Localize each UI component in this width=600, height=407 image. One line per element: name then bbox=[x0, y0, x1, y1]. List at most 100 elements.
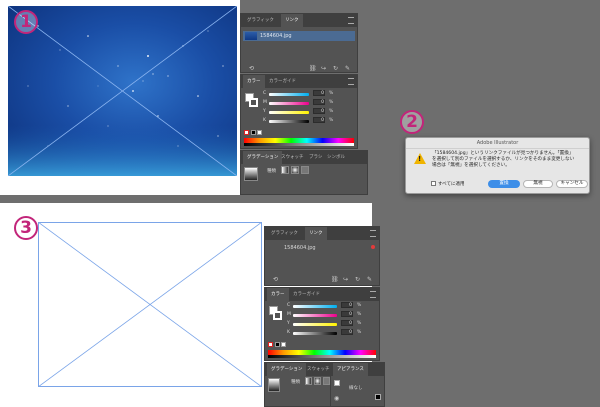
tab-graphic-styles[interactable]: グラフィック bbox=[243, 14, 278, 27]
stroke-swatch[interactable] bbox=[273, 311, 282, 320]
relink-icon[interactable]: ⛓ bbox=[331, 277, 339, 283]
panel-appearance-bottom: アピアランス 線なし ◉ bbox=[330, 362, 385, 407]
panel-color-top: カラー カラーガイド C 0 % M 0 % Y 0 % K 0 % bbox=[240, 74, 358, 149]
slider-k[interactable] bbox=[269, 120, 309, 123]
link-filename: 1584604.jpg bbox=[260, 33, 292, 39]
tab-links[interactable]: リンク bbox=[281, 14, 303, 27]
starry-sky-image[interactable] bbox=[8, 6, 237, 176]
white-swatch[interactable] bbox=[281, 342, 286, 347]
value-k[interactable]: 0 bbox=[341, 329, 353, 335]
apply-all-checkbox[interactable] bbox=[431, 181, 436, 186]
slider-y[interactable] bbox=[269, 111, 309, 114]
black-swatch[interactable] bbox=[251, 130, 256, 135]
channel-label-y: Y bbox=[287, 321, 290, 326]
edit-original-icon[interactable]: ✎ bbox=[345, 66, 350, 72]
link-thumbnail bbox=[245, 32, 257, 40]
channel-label-m: M bbox=[263, 100, 267, 105]
update-link-icon[interactable]: ↻ bbox=[333, 66, 338, 72]
panel-menu-icon[interactable] bbox=[348, 78, 354, 85]
tab-gradient[interactable]: グラデーション bbox=[267, 363, 307, 376]
cancel-button[interactable]: キャンセル bbox=[556, 180, 588, 188]
panel-menu-icon[interactable] bbox=[348, 17, 354, 24]
value-c[interactable]: 0 bbox=[341, 302, 353, 308]
percent-k: % bbox=[329, 118, 334, 123]
channel-label-k: K bbox=[287, 330, 290, 335]
value-c[interactable]: 0 bbox=[313, 90, 325, 96]
value-m[interactable]: 0 bbox=[341, 311, 353, 317]
value-k[interactable]: 0 bbox=[313, 117, 325, 123]
tab-color-guide[interactable]: カラーガイド bbox=[289, 288, 324, 301]
link-filename[interactable]: 1584604.jpg bbox=[284, 245, 316, 251]
linear-gradient-button[interactable] bbox=[305, 377, 312, 385]
panel-color-bottom: カラー カラーガイド C 0 % M 0 % Y 0 % K 0 % bbox=[264, 287, 380, 361]
percent-c: % bbox=[329, 91, 334, 96]
channel-label-y: Y bbox=[263, 109, 266, 114]
none-swatch-icon[interactable] bbox=[268, 342, 273, 347]
replace-button[interactable]: 置換 bbox=[488, 180, 520, 188]
tab-color[interactable]: カラー bbox=[267, 288, 289, 301]
relink-icon[interactable]: ⛓ bbox=[309, 66, 317, 72]
value-m[interactable]: 0 bbox=[313, 99, 325, 105]
tab-symbols[interactable]: シンボル bbox=[323, 151, 349, 164]
freeform-gradient-button[interactable] bbox=[301, 166, 309, 174]
none-swatch-icon[interactable] bbox=[244, 130, 249, 135]
gradient-type-label: 種類 bbox=[291, 380, 300, 385]
eye-icon[interactable]: ◉ bbox=[334, 395, 339, 402]
tab-graphic-styles[interactable]: グラフィック bbox=[267, 227, 302, 240]
color-spectrum[interactable] bbox=[268, 350, 376, 358]
panel-links-bottom: グラフィック リンク 1584604.jpg ⟲ ⛓ ↪ ↻ ✎ bbox=[264, 226, 380, 286]
channel-label-m: M bbox=[287, 312, 291, 317]
radial-gradient-button[interactable] bbox=[291, 166, 299, 174]
gradient-type-label: 種類 bbox=[267, 169, 276, 174]
panel-menu-icon[interactable] bbox=[370, 230, 376, 237]
black-swatch[interactable] bbox=[275, 342, 280, 347]
tab-swatches[interactable]: スウォッチ bbox=[303, 363, 334, 376]
panel-gradient-bottom: グラデーション スウォッチ 種類 bbox=[264, 362, 334, 407]
panel-menu-icon[interactable] bbox=[370, 291, 376, 298]
empty-image-placeholder[interactable] bbox=[38, 222, 262, 387]
tab-color-guide[interactable]: カラーガイド bbox=[265, 75, 300, 88]
gradient-preview[interactable] bbox=[244, 167, 258, 181]
relink-cc-icon[interactable]: ⟲ bbox=[273, 277, 278, 283]
percent-m: % bbox=[329, 100, 334, 105]
percent-m: % bbox=[357, 312, 362, 317]
apply-all-label: すべてに適用 bbox=[438, 182, 465, 187]
gradient-preview[interactable] bbox=[268, 378, 280, 392]
stroke-swatch[interactable] bbox=[249, 98, 258, 107]
slider-k[interactable] bbox=[293, 332, 337, 335]
dialog-title: Adobe Illustrator bbox=[406, 138, 589, 149]
percent-c: % bbox=[357, 303, 362, 308]
step-marker-3: 3 bbox=[14, 216, 38, 240]
color-spectrum[interactable] bbox=[244, 138, 354, 146]
appearance-fill-swatch[interactable] bbox=[375, 394, 381, 400]
percent-y: % bbox=[357, 321, 362, 326]
slider-c[interactable] bbox=[293, 305, 337, 308]
update-link-icon[interactable]: ↻ bbox=[355, 277, 360, 283]
value-y[interactable]: 0 bbox=[341, 320, 353, 326]
edit-original-icon[interactable]: ✎ bbox=[367, 277, 372, 283]
tab-color[interactable]: カラー bbox=[243, 75, 265, 88]
warning-exclamation: ! bbox=[418, 155, 422, 163]
linear-gradient-button[interactable] bbox=[281, 166, 289, 174]
ignore-button[interactable]: 無視 bbox=[523, 180, 553, 188]
slider-m[interactable] bbox=[293, 314, 337, 317]
slider-y[interactable] bbox=[293, 323, 337, 326]
tab-appearance[interactable]: アピアランス bbox=[333, 363, 368, 376]
goto-link-icon[interactable]: ↪ bbox=[343, 277, 348, 283]
slider-m[interactable] bbox=[269, 102, 309, 105]
white-swatch[interactable] bbox=[257, 130, 262, 135]
tab-links[interactable]: リンク bbox=[305, 227, 327, 240]
freeform-gradient-button[interactable] bbox=[323, 377, 330, 385]
goto-link-icon[interactable]: ↪ bbox=[321, 66, 326, 72]
appearance-stroke-none[interactable]: 線なし bbox=[349, 385, 363, 391]
tab-swatches[interactable]: スウォッチ bbox=[277, 151, 308, 164]
value-y[interactable]: 0 bbox=[313, 108, 325, 114]
radial-gradient-button[interactable] bbox=[314, 377, 321, 385]
slider-c[interactable] bbox=[269, 93, 309, 96]
image-placeholder-cross bbox=[8, 6, 237, 176]
appearance-path-swatch bbox=[334, 380, 340, 386]
channel-label-k: K bbox=[263, 118, 266, 123]
relink-cc-icon[interactable]: ⟲ bbox=[249, 66, 254, 72]
channel-label-c: C bbox=[263, 91, 267, 96]
missing-link-dialog: Adobe Illustrator ! 「1584604.jpg」というリンクフ… bbox=[405, 137, 590, 194]
